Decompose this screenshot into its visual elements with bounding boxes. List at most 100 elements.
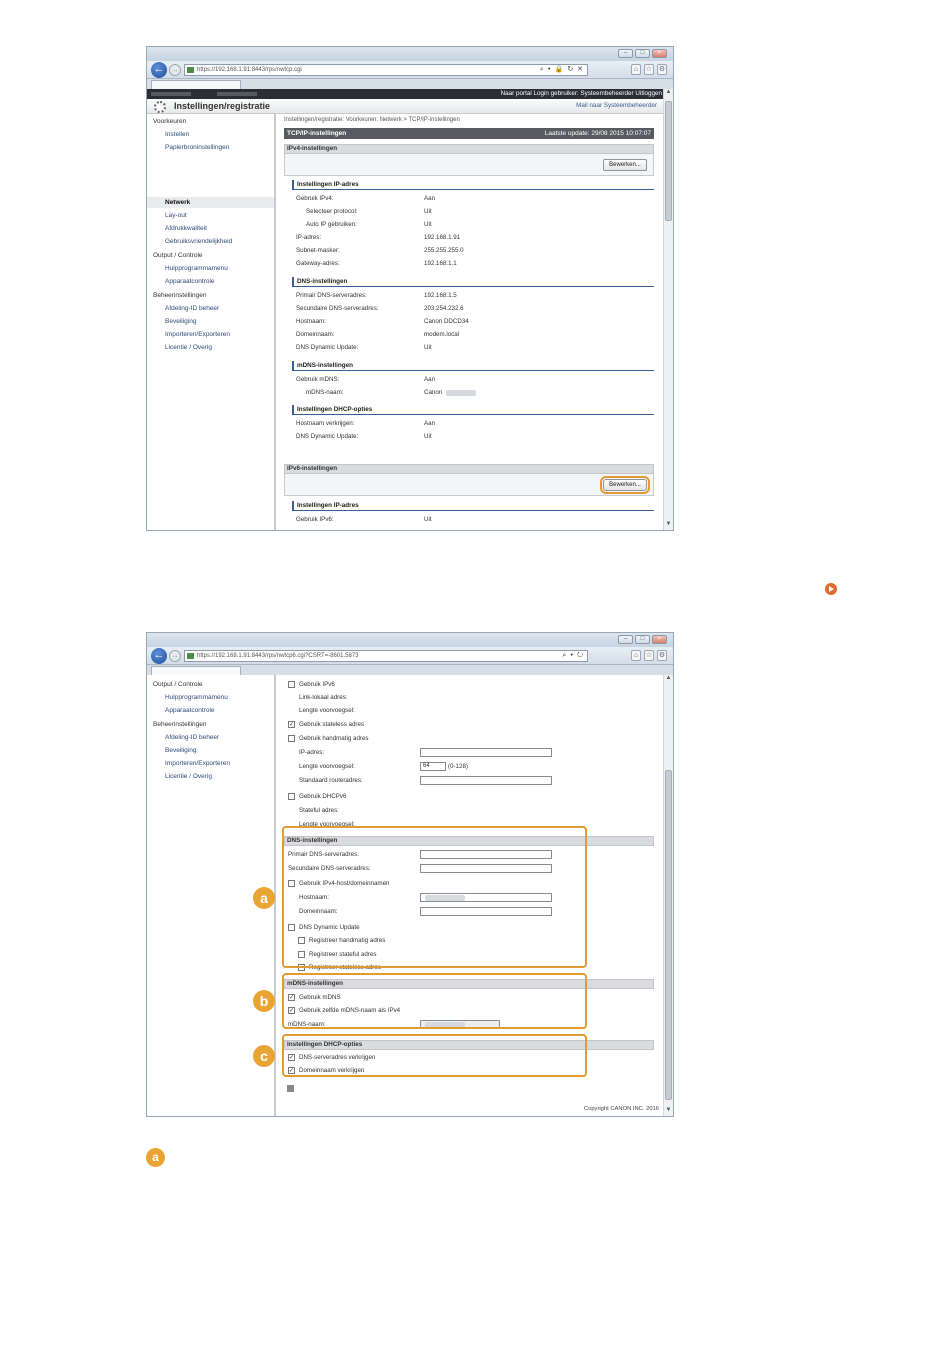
prefix-range-label: (0-128) xyxy=(448,763,468,770)
ip-row-value: Uit xyxy=(424,221,432,228)
sidebar-item-hulpprogrammamenu[interactable]: Hulpprogrammamenu xyxy=(165,693,228,702)
manual-address-checkbox[interactable] xyxy=(288,735,295,742)
ipv4-section-header: IPv4-instellingen xyxy=(284,144,654,154)
back-arrow-icon[interactable]: ← xyxy=(151,62,167,78)
dns-row-label: Primair DNS-serveradres: xyxy=(296,292,367,299)
settings-gear-icon[interactable]: ⚙ xyxy=(657,650,667,661)
sidebar-group-voorkeuren: Voorkeuren xyxy=(153,118,187,125)
sidebar-item-afdrukkwaliteit[interactable]: Afdrukkwaliteit xyxy=(165,224,207,233)
minimize-button[interactable]: – xyxy=(618,635,633,644)
sidebar-item-licentie[interactable]: Licentie / Overig xyxy=(165,772,212,781)
dns-row-label: Secundaire DNS-serveradres: xyxy=(296,305,379,312)
site-icon xyxy=(187,653,194,659)
dns-row-value: 203.254.232.6 xyxy=(424,305,464,312)
address-bar[interactable]: https://192.168.1.91:8443/rps/nwtcp6.cgi… xyxy=(184,650,588,662)
mdns-heading: mDNS-instellingen xyxy=(292,361,654,371)
ipv6-row-value: Uit xyxy=(424,516,432,523)
maximize-button[interactable]: □ xyxy=(635,49,650,58)
sidebar-item-importeren[interactable]: Importeren/Exporteren xyxy=(165,330,230,339)
sidebar-item-beveiliging[interactable]: Beveiliging xyxy=(165,746,196,755)
sidebar-item-apparaatcontrole[interactable]: Apparaatcontrole xyxy=(165,277,215,286)
use-ipv6-checkbox[interactable] xyxy=(288,681,295,688)
forward-arrow-icon[interactable]: → xyxy=(169,64,181,76)
favorites-star-icon[interactable]: ☆ xyxy=(644,650,654,661)
mdns-row-label: Gebruik mDNS: xyxy=(296,376,340,383)
sidebar-item-afdeling-id[interactable]: Afdeling-ID beheer xyxy=(165,304,219,313)
home-icon[interactable]: ⌂ xyxy=(631,650,641,661)
sidebar-item-afdeling-id[interactable]: Afdeling-ID beheer xyxy=(165,733,219,742)
forward-arrow-icon[interactable]: → xyxy=(169,650,181,662)
link-local-label: Link-lokaal adres: xyxy=(299,694,348,701)
ip-row-label: Gateway-adres: xyxy=(296,260,340,267)
dhcp-heading: Instellingen DHCP-opties xyxy=(292,405,654,415)
ip-address-input[interactable] xyxy=(420,748,552,757)
browser-tab[interactable] xyxy=(151,666,241,675)
sidebar-item-apparaatcontrole[interactable]: Apparaatcontrole xyxy=(165,706,215,715)
stateless-address-checkbox[interactable] xyxy=(288,721,295,728)
address-tools-icon[interactable]: ⌕ ▾ 🔒 ↻ ✕ xyxy=(540,65,584,75)
tab-strip xyxy=(147,79,673,89)
sidebar-item-gebruiksvriendelijkheid[interactable]: Gebruiksvriendelijkheid xyxy=(165,237,232,246)
ip-row-value: Aan xyxy=(424,195,436,202)
sidebar-item-lay-out[interactable]: Lay-out xyxy=(165,211,187,220)
next-step-arrow-icon[interactable] xyxy=(825,583,837,595)
ip-row-value: 192.168.1.91 xyxy=(424,234,461,241)
scroll-down-icon[interactable]: ▼ xyxy=(664,1107,673,1116)
scroll-up-icon[interactable]: ▲ xyxy=(664,89,673,98)
favorites-star-icon[interactable]: ☆ xyxy=(644,64,654,75)
scroll-up-icon[interactable]: ▲ xyxy=(664,675,673,684)
browser-tab[interactable] xyxy=(151,80,241,89)
address-tools-icon[interactable]: ⌕ ▾ ↻ xyxy=(562,651,584,661)
ip-row-value: Uit xyxy=(424,208,432,215)
header-links[interactable]: Naar portal Login gebruiker: Systeembehe… xyxy=(501,90,662,98)
settings-gear-icon[interactable]: ⚙ xyxy=(657,64,667,75)
ipv4-edit-button[interactable]: Bewerken... xyxy=(603,159,647,171)
mdns-row-label: mDNS-naam: xyxy=(306,389,344,396)
mail-admin-link[interactable]: Mail naar Systeembeheerder xyxy=(576,102,657,109)
page-title-bar: TCP/IP-instellingen Laatste update: 29/0… xyxy=(284,128,654,139)
default-router-input[interactable] xyxy=(420,776,552,785)
dhcpv6-checkbox[interactable] xyxy=(288,793,295,800)
address-bar[interactable]: https://192.168.1.91:8443/rps/nwtcp.cgi … xyxy=(184,64,588,76)
vertical-scrollbar[interactable]: ▲ ▼ xyxy=(663,89,673,530)
maximize-button[interactable]: □ xyxy=(635,635,650,644)
dns-row-label: DNS Dynamic Update: xyxy=(296,344,359,351)
dns-row-value: Uit xyxy=(424,344,432,351)
breadcrumb: Instellingen/registratie: Voorkeuren: Ne… xyxy=(284,117,460,123)
last-update: Laatste update: 29/08 2015 10:07:07 xyxy=(544,130,651,137)
minimize-button[interactable]: – xyxy=(618,49,633,58)
site-icon xyxy=(187,67,194,73)
prefix-length-input[interactable]: 64 xyxy=(420,762,446,771)
manual-address-label: Gebruik handmatig adres xyxy=(299,735,369,742)
window-titlebar: – □ × xyxy=(147,633,673,647)
marker-c: c xyxy=(253,1045,275,1067)
sidebar-item-hulpprogrammamenu[interactable]: Hulpprogrammamenu xyxy=(165,264,228,273)
tab-strip xyxy=(147,665,673,675)
sidebar-item-papierbron[interactable]: Papierbroninstellingen xyxy=(165,143,229,152)
dns-heading: DNS-instellingen xyxy=(292,277,654,287)
close-window-button[interactable]: × xyxy=(652,49,667,58)
scrollbar-thumb[interactable] xyxy=(665,770,672,1100)
scroll-down-icon[interactable]: ▼ xyxy=(664,521,673,530)
sidebar-group-beheer: Beheerinstellingen xyxy=(153,721,207,728)
sidebar-item-netwerk[interactable]: Netwerk xyxy=(165,198,190,207)
masked-device-name xyxy=(151,92,191,96)
scrollbar-thumb[interactable] xyxy=(665,101,672,221)
sidebar-item-importeren[interactable]: Importeren/Exporteren xyxy=(165,759,230,768)
vertical-scrollbar[interactable]: ▲ ▼ xyxy=(663,675,673,1116)
ip-row-label: Subnet-masker: xyxy=(296,247,340,254)
copyright: Copyright CANON INC. 2016 xyxy=(583,1106,659,1112)
dhcpv6-label: Gebruik DHCPv6 xyxy=(299,793,347,800)
dns-row-value: 192.168.1.5 xyxy=(424,292,457,299)
sidebar-item-instellen[interactable]: Instellen xyxy=(165,130,189,139)
prefix-length-label: Lengte voorvoegsel: xyxy=(299,763,355,770)
close-window-button[interactable]: × xyxy=(652,635,667,644)
ip-address-label: IP-adres: xyxy=(299,749,325,756)
sidebar-item-beveiliging[interactable]: Beveiliging xyxy=(165,317,196,326)
home-icon[interactable]: ⌂ xyxy=(631,64,641,75)
browser-navbar: ← → https://192.168.1.91:8443/rps/nwtcp.… xyxy=(147,61,673,79)
sidebar-item-licentie[interactable]: Licentie / Overig xyxy=(165,343,212,352)
ipv6-edit-button[interactable]: Bewerken... xyxy=(600,476,650,494)
window-titlebar: – □ × xyxy=(147,47,673,61)
back-arrow-icon[interactable]: ← xyxy=(151,648,167,664)
